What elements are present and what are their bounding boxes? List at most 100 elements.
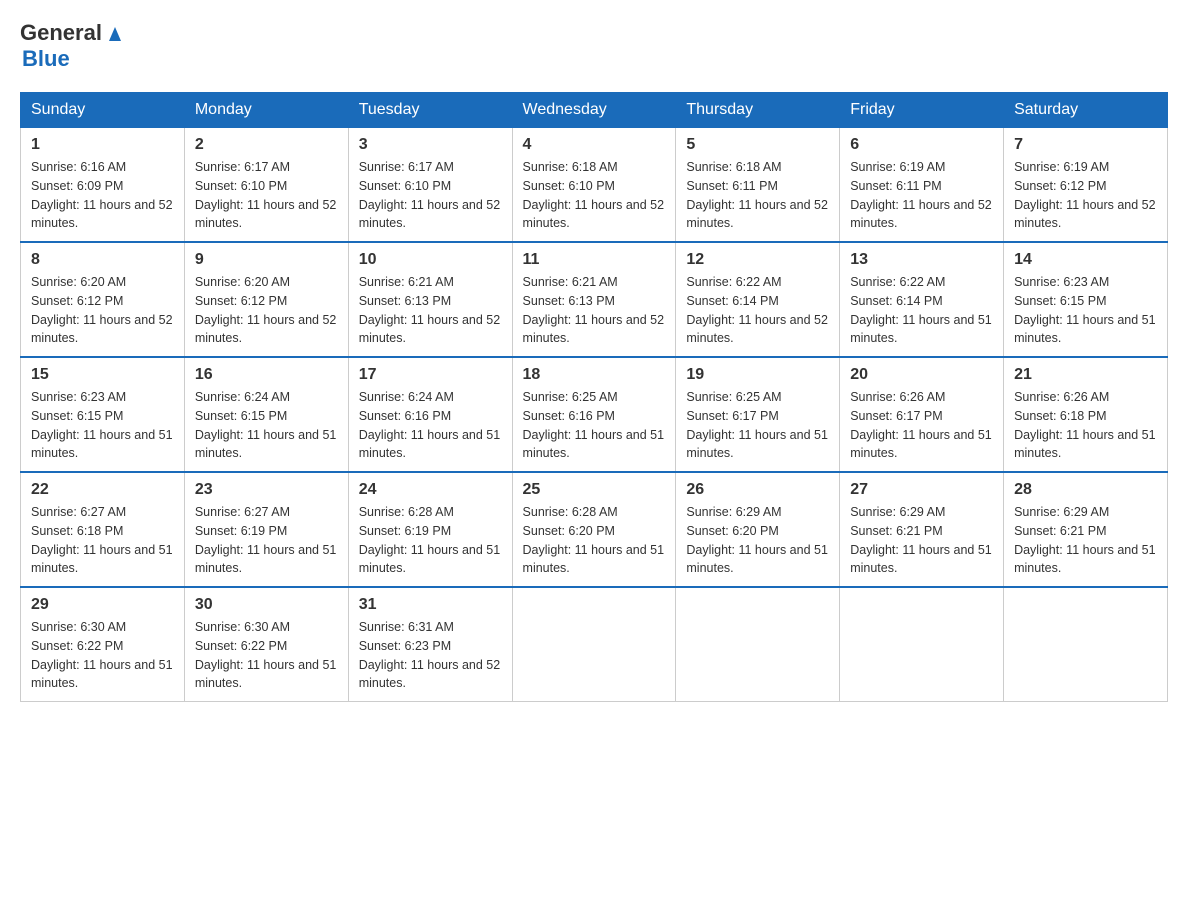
day-info: Sunrise: 6:27 AM Sunset: 6:19 PM Dayligh…: [195, 503, 338, 578]
day-info: Sunrise: 6:26 AM Sunset: 6:18 PM Dayligh…: [1014, 388, 1157, 463]
day-number: 27: [850, 481, 993, 499]
day-number: 22: [31, 481, 174, 499]
calendar-day-cell: 4 Sunrise: 6:18 AM Sunset: 6:10 PM Dayli…: [512, 128, 676, 243]
day-info: Sunrise: 6:27 AM Sunset: 6:18 PM Dayligh…: [31, 503, 174, 578]
calendar-day-cell: 26 Sunrise: 6:29 AM Sunset: 6:20 PM Dayl…: [676, 472, 840, 587]
calendar-day-cell: 1 Sunrise: 6:16 AM Sunset: 6:09 PM Dayli…: [21, 128, 185, 243]
day-info: Sunrise: 6:30 AM Sunset: 6:22 PM Dayligh…: [195, 618, 338, 693]
day-number: 1: [31, 136, 174, 154]
calendar-day-cell: 20 Sunrise: 6:26 AM Sunset: 6:17 PM Dayl…: [840, 357, 1004, 472]
day-info: Sunrise: 6:23 AM Sunset: 6:15 PM Dayligh…: [1014, 273, 1157, 348]
weekday-header-wednesday: Wednesday: [512, 93, 676, 128]
logo: General Blue: [20, 20, 126, 72]
day-info: Sunrise: 6:26 AM Sunset: 6:17 PM Dayligh…: [850, 388, 993, 463]
page-header: General Blue: [20, 20, 1168, 72]
day-number: 17: [359, 366, 502, 384]
calendar-day-cell: 13 Sunrise: 6:22 AM Sunset: 6:14 PM Dayl…: [840, 242, 1004, 357]
logo-line1: General: [20, 20, 126, 46]
day-info: Sunrise: 6:29 AM Sunset: 6:21 PM Dayligh…: [1014, 503, 1157, 578]
day-info: Sunrise: 6:17 AM Sunset: 6:10 PM Dayligh…: [359, 158, 502, 233]
day-info: Sunrise: 6:20 AM Sunset: 6:12 PM Dayligh…: [31, 273, 174, 348]
calendar-day-cell: 12 Sunrise: 6:22 AM Sunset: 6:14 PM Dayl…: [676, 242, 840, 357]
day-number: 28: [1014, 481, 1157, 499]
calendar-day-cell: 29 Sunrise: 6:30 AM Sunset: 6:22 PM Dayl…: [21, 587, 185, 702]
day-info: Sunrise: 6:23 AM Sunset: 6:15 PM Dayligh…: [31, 388, 174, 463]
day-info: Sunrise: 6:22 AM Sunset: 6:14 PM Dayligh…: [850, 273, 993, 348]
calendar-day-cell: 30 Sunrise: 6:30 AM Sunset: 6:22 PM Dayl…: [184, 587, 348, 702]
calendar-day-cell: 8 Sunrise: 6:20 AM Sunset: 6:12 PM Dayli…: [21, 242, 185, 357]
weekday-header-row: SundayMondayTuesdayWednesdayThursdayFrid…: [21, 93, 1168, 128]
day-number: 18: [523, 366, 666, 384]
weekday-header-friday: Friday: [840, 93, 1004, 128]
day-number: 25: [523, 481, 666, 499]
day-info: Sunrise: 6:21 AM Sunset: 6:13 PM Dayligh…: [523, 273, 666, 348]
day-info: Sunrise: 6:16 AM Sunset: 6:09 PM Dayligh…: [31, 158, 174, 233]
calendar-day-cell: 18 Sunrise: 6:25 AM Sunset: 6:16 PM Dayl…: [512, 357, 676, 472]
day-number: 13: [850, 251, 993, 269]
calendar-week-row: 22 Sunrise: 6:27 AM Sunset: 6:18 PM Dayl…: [21, 472, 1168, 587]
day-number: 2: [195, 136, 338, 154]
day-number: 31: [359, 596, 502, 614]
logo-triangle-icon: [104, 23, 126, 45]
day-info: Sunrise: 6:19 AM Sunset: 6:12 PM Dayligh…: [1014, 158, 1157, 233]
calendar-day-cell: 24 Sunrise: 6:28 AM Sunset: 6:19 PM Dayl…: [348, 472, 512, 587]
day-info: Sunrise: 6:21 AM Sunset: 6:13 PM Dayligh…: [359, 273, 502, 348]
weekday-header-thursday: Thursday: [676, 93, 840, 128]
calendar-day-cell: 27 Sunrise: 6:29 AM Sunset: 6:21 PM Dayl…: [840, 472, 1004, 587]
day-info: Sunrise: 6:29 AM Sunset: 6:20 PM Dayligh…: [686, 503, 829, 578]
day-number: 21: [1014, 366, 1157, 384]
day-info: Sunrise: 6:25 AM Sunset: 6:16 PM Dayligh…: [523, 388, 666, 463]
calendar-day-cell: 2 Sunrise: 6:17 AM Sunset: 6:10 PM Dayli…: [184, 128, 348, 243]
calendar-day-cell: [1004, 587, 1168, 702]
day-number: 29: [31, 596, 174, 614]
calendar-day-cell: 22 Sunrise: 6:27 AM Sunset: 6:18 PM Dayl…: [21, 472, 185, 587]
calendar-day-cell: 14 Sunrise: 6:23 AM Sunset: 6:15 PM Dayl…: [1004, 242, 1168, 357]
day-number: 6: [850, 136, 993, 154]
day-info: Sunrise: 6:25 AM Sunset: 6:17 PM Dayligh…: [686, 388, 829, 463]
day-number: 10: [359, 251, 502, 269]
day-info: Sunrise: 6:29 AM Sunset: 6:21 PM Dayligh…: [850, 503, 993, 578]
day-number: 14: [1014, 251, 1157, 269]
calendar-day-cell: 11 Sunrise: 6:21 AM Sunset: 6:13 PM Dayl…: [512, 242, 676, 357]
day-number: 7: [1014, 136, 1157, 154]
day-info: Sunrise: 6:17 AM Sunset: 6:10 PM Dayligh…: [195, 158, 338, 233]
calendar-day-cell: 23 Sunrise: 6:27 AM Sunset: 6:19 PM Dayl…: [184, 472, 348, 587]
day-number: 5: [686, 136, 829, 154]
calendar-day-cell: 3 Sunrise: 6:17 AM Sunset: 6:10 PM Dayli…: [348, 128, 512, 243]
day-number: 4: [523, 136, 666, 154]
day-number: 24: [359, 481, 502, 499]
calendar-week-row: 15 Sunrise: 6:23 AM Sunset: 6:15 PM Dayl…: [21, 357, 1168, 472]
day-number: 23: [195, 481, 338, 499]
day-number: 20: [850, 366, 993, 384]
day-number: 30: [195, 596, 338, 614]
calendar-day-cell: 17 Sunrise: 6:24 AM Sunset: 6:16 PM Dayl…: [348, 357, 512, 472]
day-number: 12: [686, 251, 829, 269]
day-number: 16: [195, 366, 338, 384]
day-info: Sunrise: 6:30 AM Sunset: 6:22 PM Dayligh…: [31, 618, 174, 693]
weekday-header-sunday: Sunday: [21, 93, 185, 128]
day-info: Sunrise: 6:24 AM Sunset: 6:16 PM Dayligh…: [359, 388, 502, 463]
weekday-header-tuesday: Tuesday: [348, 93, 512, 128]
calendar-day-cell: 9 Sunrise: 6:20 AM Sunset: 6:12 PM Dayli…: [184, 242, 348, 357]
day-info: Sunrise: 6:20 AM Sunset: 6:12 PM Dayligh…: [195, 273, 338, 348]
day-number: 15: [31, 366, 174, 384]
weekday-header-monday: Monday: [184, 93, 348, 128]
calendar-day-cell: [676, 587, 840, 702]
calendar-week-row: 29 Sunrise: 6:30 AM Sunset: 6:22 PM Dayl…: [21, 587, 1168, 702]
calendar-day-cell: 21 Sunrise: 6:26 AM Sunset: 6:18 PM Dayl…: [1004, 357, 1168, 472]
day-info: Sunrise: 6:28 AM Sunset: 6:20 PM Dayligh…: [523, 503, 666, 578]
calendar-day-cell: 10 Sunrise: 6:21 AM Sunset: 6:13 PM Dayl…: [348, 242, 512, 357]
day-info: Sunrise: 6:22 AM Sunset: 6:14 PM Dayligh…: [686, 273, 829, 348]
day-number: 3: [359, 136, 502, 154]
day-info: Sunrise: 6:24 AM Sunset: 6:15 PM Dayligh…: [195, 388, 338, 463]
calendar-day-cell: 25 Sunrise: 6:28 AM Sunset: 6:20 PM Dayl…: [512, 472, 676, 587]
day-number: 19: [686, 366, 829, 384]
calendar-day-cell: 16 Sunrise: 6:24 AM Sunset: 6:15 PM Dayl…: [184, 357, 348, 472]
calendar-day-cell: 19 Sunrise: 6:25 AM Sunset: 6:17 PM Dayl…: [676, 357, 840, 472]
day-info: Sunrise: 6:19 AM Sunset: 6:11 PM Dayligh…: [850, 158, 993, 233]
day-number: 8: [31, 251, 174, 269]
calendar-day-cell: 7 Sunrise: 6:19 AM Sunset: 6:12 PM Dayli…: [1004, 128, 1168, 243]
calendar-week-row: 8 Sunrise: 6:20 AM Sunset: 6:12 PM Dayli…: [21, 242, 1168, 357]
weekday-header-saturday: Saturday: [1004, 93, 1168, 128]
calendar-day-cell: 15 Sunrise: 6:23 AM Sunset: 6:15 PM Dayl…: [21, 357, 185, 472]
